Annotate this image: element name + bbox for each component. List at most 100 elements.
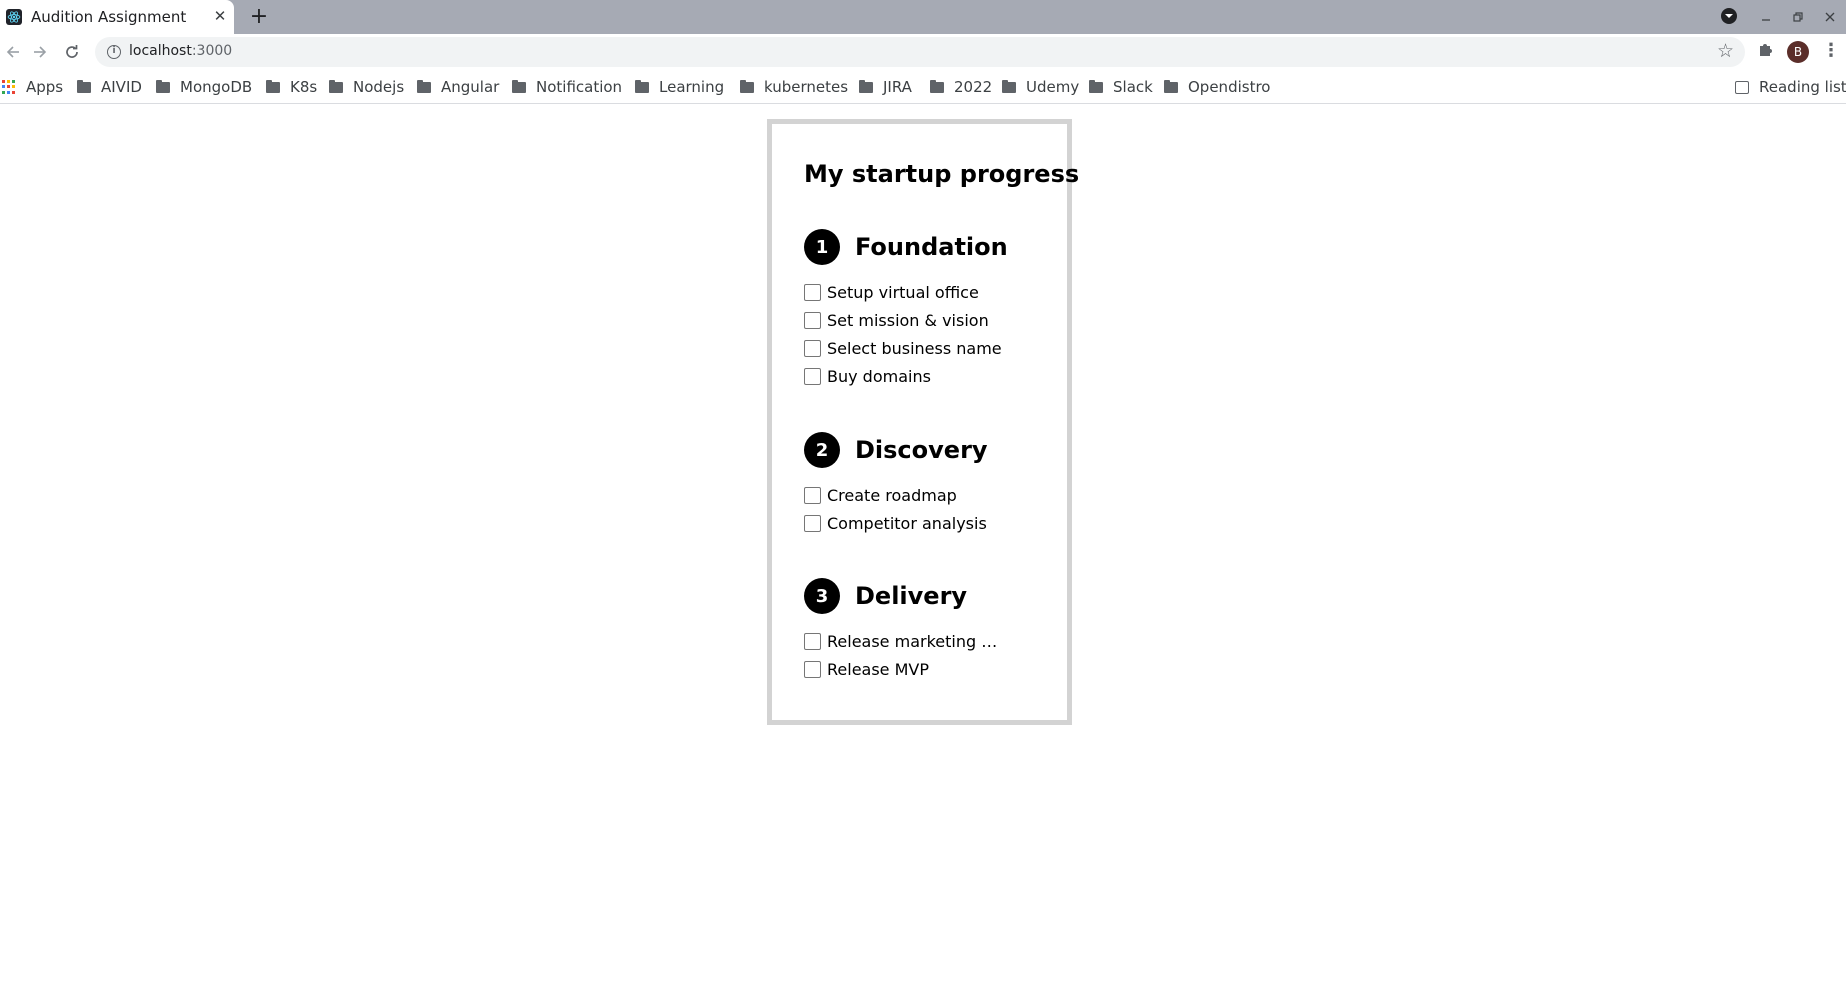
- task-checkbox[interactable]: [804, 632, 821, 650]
- new-tab-button[interactable]: +: [246, 4, 272, 30]
- task-item[interactable]: Select business name: [804, 334, 1008, 362]
- react-favicon-icon: [6, 9, 22, 25]
- url-text[interactable]: localhost:3000: [129, 43, 232, 59]
- folder-icon: [329, 79, 343, 93]
- close-window-icon[interactable]: [1814, 0, 1846, 34]
- task-checkbox[interactable]: [804, 486, 821, 504]
- task-item[interactable]: Create roadmap: [804, 481, 988, 509]
- phase-name: Foundation: [855, 233, 1008, 261]
- bookmark-folder[interactable]: Learning: [635, 76, 724, 98]
- task-label: Select business name: [827, 338, 1002, 358]
- bookmark-label: MongoDB: [180, 78, 253, 96]
- tab-strip: Audition Assignment ✕ +: [0, 0, 1846, 34]
- browser-tab[interactable]: Audition Assignment ✕: [0, 0, 234, 34]
- task-item[interactable]: Release MVP: [804, 655, 1003, 683]
- task-checkbox[interactable]: [804, 660, 821, 678]
- bookmark-folder[interactable]: Opendistro: [1164, 76, 1270, 98]
- folder-icon: [1002, 79, 1016, 93]
- task-checkbox[interactable]: [804, 339, 821, 357]
- bookmark-folder[interactable]: Slack: [1089, 76, 1153, 98]
- bookmark-label: Nodejs: [353, 78, 405, 96]
- folder-icon: [417, 79, 431, 93]
- bookmark-folder[interactable]: Notification: [512, 76, 622, 98]
- url-port: :3000: [191, 43, 233, 59]
- reading-list-button[interactable]: Reading list: [1735, 76, 1846, 98]
- bookmark-folder[interactable]: K8s: [266, 76, 317, 98]
- reload-icon[interactable]: [59, 39, 85, 65]
- folder-icon: [930, 79, 944, 93]
- task-checkbox[interactable]: [804, 311, 821, 329]
- forward-icon[interactable]: [27, 39, 53, 65]
- profile-avatar[interactable]: B: [1787, 41, 1809, 63]
- bookmark-star-icon[interactable]: ☆: [1717, 40, 1734, 62]
- bookmark-folder[interactable]: Nodejs: [329, 76, 404, 98]
- bookmark-label: AIVID: [101, 78, 142, 96]
- task-item[interactable]: Buy domains: [804, 362, 1008, 390]
- task-checkbox[interactable]: [804, 514, 821, 532]
- bookmark-label: Opendistro: [1188, 78, 1271, 96]
- info-icon[interactable]: i: [107, 45, 121, 59]
- page-title: My startup progress: [804, 160, 1080, 188]
- phase-number-badge: 2: [804, 432, 840, 468]
- folder-icon: [635, 79, 649, 93]
- bookmark-folder[interactable]: Udemy: [1002, 76, 1079, 98]
- task-list: Setup virtual office Set mission & visio…: [804, 278, 1008, 390]
- bookmark-label: Apps: [26, 78, 64, 96]
- bookmark-folder[interactable]: MongoDB: [156, 76, 252, 98]
- bookmark-label: kubernetes: [764, 78, 849, 96]
- browser-toolbar: i localhost:3000 ☆: [0, 34, 1846, 70]
- folder-icon: [1164, 79, 1178, 93]
- bookmark-label: JIRA: [883, 78, 912, 96]
- back-icon[interactable]: [0, 39, 26, 65]
- bookmark-folder[interactable]: kubernetes: [740, 76, 848, 98]
- bookmarks-bar: Apps AIVID MongoDB K8s Nodejs Angular No…: [0, 70, 1846, 104]
- apps-grid-icon: [2, 80, 16, 94]
- minimize-icon[interactable]: [1750, 0, 1782, 34]
- tab-close-icon[interactable]: ✕: [211, 7, 229, 25]
- bookmark-label: Learning: [659, 78, 725, 96]
- task-item[interactable]: Release marketing website: [804, 627, 1003, 655]
- task-label: Competitor analysis: [827, 513, 987, 533]
- folder-icon: [77, 79, 91, 93]
- folder-icon: [859, 79, 873, 93]
- bookmark-folder[interactable]: AIVID: [77, 76, 142, 98]
- bookmark-folder[interactable]: JIRA: [859, 76, 912, 98]
- address-bar[interactable]: i localhost:3000 ☆: [95, 37, 1745, 67]
- phase-number-badge: 1: [804, 229, 840, 265]
- progress-card: My startup progress 1 Foundation Setup v…: [767, 119, 1079, 725]
- bookmark-label: Slack: [1113, 78, 1153, 96]
- bookmark-label: 2022: [954, 78, 993, 96]
- phase-header: 2 Discovery: [804, 432, 988, 468]
- bookmark-folder[interactable]: 2022: [930, 76, 992, 98]
- reading-list-label: Reading list: [1759, 78, 1846, 96]
- folder-icon: [266, 79, 280, 93]
- phase-header: 1 Foundation: [804, 229, 1008, 265]
- extensions-icon[interactable]: [1755, 40, 1777, 62]
- task-checkbox[interactable]: [804, 283, 821, 301]
- phase-name: Delivery: [855, 582, 968, 610]
- bookmark-label: Notification: [536, 78, 623, 96]
- reading-list-icon: [1735, 80, 1749, 94]
- kebab-menu-icon[interactable]: ⋮: [1822, 40, 1840, 62]
- restore-icon[interactable]: [1782, 0, 1814, 34]
- task-label: Set mission & vision: [827, 310, 989, 330]
- task-item[interactable]: Setup virtual office: [804, 278, 1008, 306]
- phase-foundation: 1 Foundation Setup virtual office Set mi…: [804, 229, 1008, 390]
- bookmark-apps[interactable]: Apps: [2, 76, 63, 98]
- tab-search-icon[interactable]: [1721, 8, 1737, 24]
- task-item[interactable]: Set mission & vision: [804, 306, 1008, 334]
- task-item[interactable]: Competitor analysis: [804, 509, 988, 537]
- bookmark-folder[interactable]: Angular: [417, 76, 499, 98]
- tab-title: Audition Assignment: [31, 8, 187, 26]
- task-list: Release marketing website Release MVP: [804, 627, 1003, 683]
- folder-icon: [740, 79, 754, 93]
- bookmark-label: Udemy: [1026, 78, 1080, 96]
- task-label: Buy domains: [827, 366, 931, 386]
- task-label: Release marketing website: [827, 631, 1003, 651]
- folder-icon: [1089, 79, 1103, 93]
- task-label: Release MVP: [827, 659, 929, 679]
- task-checkbox[interactable]: [804, 367, 821, 385]
- phase-name: Discovery: [855, 436, 988, 464]
- task-list: Create roadmap Competitor analysis: [804, 481, 988, 537]
- phase-discovery: 2 Discovery Create roadmap Competitor an…: [804, 432, 988, 537]
